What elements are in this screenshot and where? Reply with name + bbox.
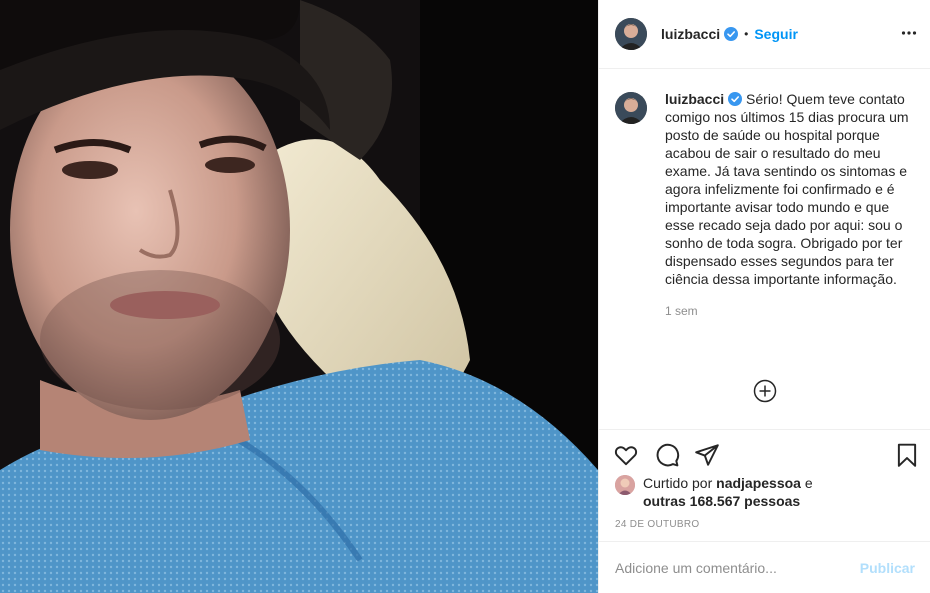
post-photo-illustration	[0, 0, 598, 593]
caption-text-block: luizbacci Sério! Quem teve contato comig…	[665, 90, 915, 288]
share-icon[interactable]	[694, 442, 720, 468]
post-photo[interactable]	[0, 0, 598, 593]
post-caption: luizbacci Sério! Quem teve contato comig…	[615, 90, 915, 318]
follow-button[interactable]: Seguir	[754, 26, 798, 42]
post-details-panel: luizbacci • Seguir luizbacci Sério! Quem…	[598, 0, 930, 593]
post-header: luizbacci • Seguir	[599, 0, 930, 69]
avatar-image	[615, 92, 647, 124]
liker-username[interactable]: nadjapessoa	[716, 475, 801, 491]
avatar-image	[615, 18, 647, 50]
load-more-comments-icon[interactable]	[753, 379, 777, 403]
author-avatar[interactable]	[615, 18, 647, 50]
comment-bar: Publicar	[599, 541, 930, 593]
likes-prefix: Curtido por	[643, 475, 717, 491]
comment-input[interactable]	[615, 559, 860, 576]
separator-dot: •	[744, 27, 749, 41]
heart-icon[interactable]	[613, 442, 639, 468]
liker-avatar-image	[615, 475, 635, 495]
post-date[interactable]: 24 de outubro	[615, 519, 699, 530]
likes-text: Curtido por nadjapessoa e outras 168.567…	[643, 474, 813, 510]
liker-avatar[interactable]	[615, 475, 635, 495]
caption-username[interactable]: luizbacci	[665, 91, 724, 107]
more-options-icon[interactable]	[901, 25, 917, 41]
comment-icon[interactable]	[654, 442, 680, 468]
caption-timestamp[interactable]: 1 sem	[665, 304, 915, 318]
likes-conjunction: e	[800, 475, 813, 491]
verified-badge-icon	[724, 27, 739, 41]
publish-button[interactable]: Publicar	[860, 560, 915, 576]
author-username[interactable]: luizbacci	[661, 26, 720, 42]
likes-summary: Curtido por nadjapessoa e outras 168.567…	[615, 474, 813, 510]
bookmark-icon[interactable]	[894, 442, 920, 468]
caption-avatar[interactable]	[615, 92, 647, 124]
likes-others-count[interactable]: outras 168.567 pessoas	[643, 493, 800, 509]
post-actions-section: Curtido por nadjapessoa e outras 168.567…	[599, 429, 930, 539]
caption-text: Sério! Quem teve contato comigo nos últi…	[665, 91, 909, 287]
caption-body: luizbacci Sério! Quem teve contato comig…	[665, 90, 915, 318]
verified-badge-icon	[728, 92, 743, 106]
